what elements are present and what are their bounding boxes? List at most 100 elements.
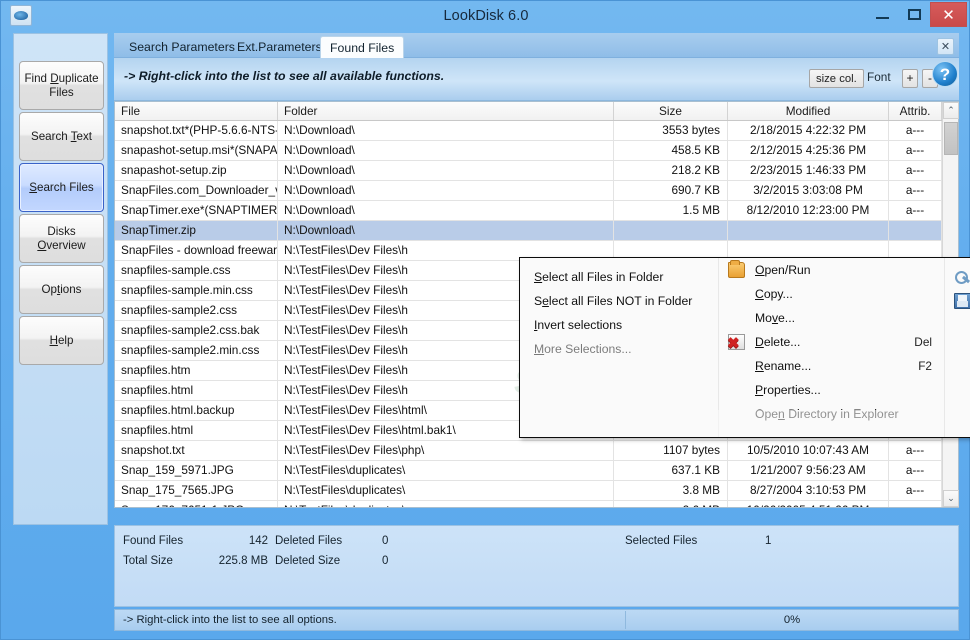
total-size-value: 225.8 MB xyxy=(218,555,268,567)
sidebar-item-label: Options xyxy=(41,282,82,296)
cell-file: Snap_159_5971.JPG xyxy=(115,461,278,480)
cell-folder: N:\TestFiles\duplicates\ xyxy=(278,461,614,480)
sidebar-item-help[interactable]: Help xyxy=(19,316,104,365)
cell-modified: 3/2/2015 3:03:08 PM xyxy=(728,181,889,200)
cell-folder: N:\TestFiles\duplicates\ xyxy=(278,501,614,507)
cell-size: 690.7 KB xyxy=(614,181,728,200)
help-icon[interactable]: ? xyxy=(932,61,958,87)
table-row[interactable]: snapshot.txt*(PHP-5.6.6-NTS-... N:\Downlo… xyxy=(115,121,942,141)
cell-attrib: a--- xyxy=(889,201,942,220)
table-row[interactable]: snapshot.txt N:\TestFiles\Dev Files\php\ 1… xyxy=(115,441,942,461)
save-icon xyxy=(954,293,970,309)
table-row[interactable]: SnapTimer.zip N:\Download\ xyxy=(115,221,942,241)
progress-percent: 0% xyxy=(783,614,801,626)
sidebar-item-find-duplicate-files[interactable]: Find Duplicate Files xyxy=(19,61,104,110)
table-row[interactable]: Snap_176_7651-1.JPGN:\TestFiles\duplicat… xyxy=(115,501,942,507)
menu-item-open-run[interactable]: Open/Run xyxy=(719,258,944,282)
menu-item-delete[interactable]: Delete... Del xyxy=(719,330,944,356)
window-title: LookDisk 6.0 xyxy=(443,8,529,24)
cell-size: 1107 bytes xyxy=(614,441,728,460)
cell-file: snapfiles-sample2.css.bak xyxy=(115,321,278,340)
sidebar-item-options[interactable]: Options xyxy=(19,265,104,314)
selected-files-label: Selected Files xyxy=(625,535,698,547)
cell-size: 218.2 KB xyxy=(614,161,728,180)
sidebar: Find Duplicate Files Search Text Search … xyxy=(13,33,108,525)
cell-modified: 8/27/2004 3:10:53 PM xyxy=(728,481,889,500)
cell-file: snapshot.txt xyxy=(115,441,278,460)
cell-attrib: a--- xyxy=(889,461,942,480)
folder-open-icon xyxy=(728,260,745,278)
cell-modified: 2/23/2015 1:46:33 PM xyxy=(728,161,889,180)
column-header-file[interactable]: File xyxy=(115,102,278,120)
cell-attrib: a--- xyxy=(889,501,942,507)
table-row[interactable]: SnapTimer.exe*(SNAPTIMER.ZIP)N:\Download… xyxy=(115,201,942,221)
menu-item-rename[interactable]: Rename... F2 xyxy=(719,354,944,378)
sidebar-item-search-files[interactable]: Search Files xyxy=(19,163,104,212)
menu-item-print-list[interactable]: Print List... xyxy=(945,313,970,337)
sidebar-item-label: Disks Overview xyxy=(37,224,86,252)
cell-folder: N:\Download\ xyxy=(278,221,614,240)
size-column-button[interactable]: size col. xyxy=(809,69,864,88)
column-header-attrib[interactable]: Attrib. xyxy=(889,102,942,120)
maximize-button[interactable] xyxy=(902,3,928,25)
sidebar-item-search-text[interactable]: Search Text xyxy=(19,112,104,161)
menu-item-save-list[interactable]: Save List... xyxy=(945,289,970,313)
status-message: -> Right-click into the list to see all … xyxy=(116,611,626,629)
cell-size xyxy=(614,221,728,240)
cell-file: snapshot.txt*(PHP-5.6.6-NTS-... xyxy=(115,121,278,140)
column-header-folder[interactable]: Folder xyxy=(278,102,614,120)
table-row[interactable]: Snap_175_7565.JPG N:\TestFiles\duplicates… xyxy=(115,481,942,501)
cell-attrib: a--- xyxy=(889,441,942,460)
close-button[interactable]: ✕ xyxy=(930,2,967,27)
scrollbar-thumb[interactable] xyxy=(944,122,958,155)
statistics-panel: Found Files 142 Total Size 225.8 MB Dele… xyxy=(114,525,959,607)
menu-item-label: Delete... xyxy=(755,335,801,349)
cell-attrib: a--- xyxy=(889,161,942,180)
cell-file: snapfiles.html.backup xyxy=(115,401,278,420)
found-files-value: 142 xyxy=(248,535,268,547)
cell-size: 637.1 KB xyxy=(614,461,728,480)
deleted-size-value: 0 xyxy=(382,555,389,567)
column-header-size[interactable]: Size xyxy=(614,102,728,120)
cell-attrib xyxy=(889,221,942,240)
menu-item-copy[interactable]: Copy... xyxy=(719,282,944,306)
table-row[interactable]: snapashot-setup.msi*(SNAPAS... N:\Downloa… xyxy=(115,141,942,161)
tab-search-parameters[interactable]: Search Parameters xyxy=(120,36,244,58)
context-menu: Select all Files in Folder Select all Fil… xyxy=(519,257,970,438)
scroll-down-icon[interactable]: ⌄ xyxy=(943,490,959,507)
menu-item-properties[interactable]: Properties... xyxy=(719,378,944,402)
cell-file: SnapTimer.zip xyxy=(115,221,278,240)
scroll-up-icon[interactable]: ⌃ xyxy=(943,102,959,119)
context-menu-column-list-actions: List Options...Save List...Print List... xyxy=(944,258,970,437)
menu-item-label: Select all Files NOT in Folder xyxy=(534,294,693,308)
context-menu-transparent-area-2 xyxy=(718,410,944,437)
column-header-modified[interactable]: Modified xyxy=(728,102,889,120)
menu-item-list-options[interactable]: List Options... xyxy=(945,265,970,289)
menu-item-select-all-files-not-in-folder[interactable]: Select all Files NOT in Folder xyxy=(520,289,718,313)
table-row[interactable]: snapashot-setup.zip N:\Download\ 218.2 KB 2… xyxy=(115,161,942,181)
menu-item-label: Rename... xyxy=(755,359,812,373)
font-increase-button[interactable]: + xyxy=(902,69,918,88)
tab-ext-parameters[interactable]: Ext.Parameters xyxy=(228,36,331,58)
cell-modified: 8/12/2010 12:23:00 PM xyxy=(728,201,889,220)
menu-item-label: Copy... xyxy=(755,287,793,301)
cell-attrib: a--- xyxy=(889,481,942,500)
menu-item-move[interactable]: Move... xyxy=(719,306,944,330)
table-row[interactable]: Snap_159_5971.JPG N:\TestFiles\duplicates… xyxy=(115,461,942,481)
tab-found-files[interactable]: Found Files xyxy=(320,36,405,59)
menu-item-select-all-files-in-folder[interactable]: Select all Files in Folder xyxy=(520,265,718,289)
cell-modified: 10/26/2005 4:51:26 PM xyxy=(728,501,889,507)
sidebar-item-disks-overview[interactable]: Disks Overview xyxy=(19,214,104,263)
menu-item-label: Open/Run xyxy=(755,263,811,277)
tab-close-icon[interactable]: ✕ xyxy=(937,38,954,55)
menu-item-label: Properties... xyxy=(755,383,821,397)
file-list-header: File Folder Size Modified Attrib. xyxy=(115,102,958,121)
cell-file: snapashot-setup.zip xyxy=(115,161,278,180)
table-row[interactable]: SnapFiles.com_Downloader_v... N:\Download… xyxy=(115,181,942,201)
cell-size: 3553 bytes xyxy=(614,121,728,140)
total-size-label: Total Size xyxy=(123,555,173,567)
cell-file: snapfiles.html xyxy=(115,421,278,440)
menu-item-invert-selections[interactable]: Invert selections xyxy=(520,313,718,337)
minimize-button[interactable] xyxy=(867,3,897,25)
menu-spacer xyxy=(945,258,970,265)
